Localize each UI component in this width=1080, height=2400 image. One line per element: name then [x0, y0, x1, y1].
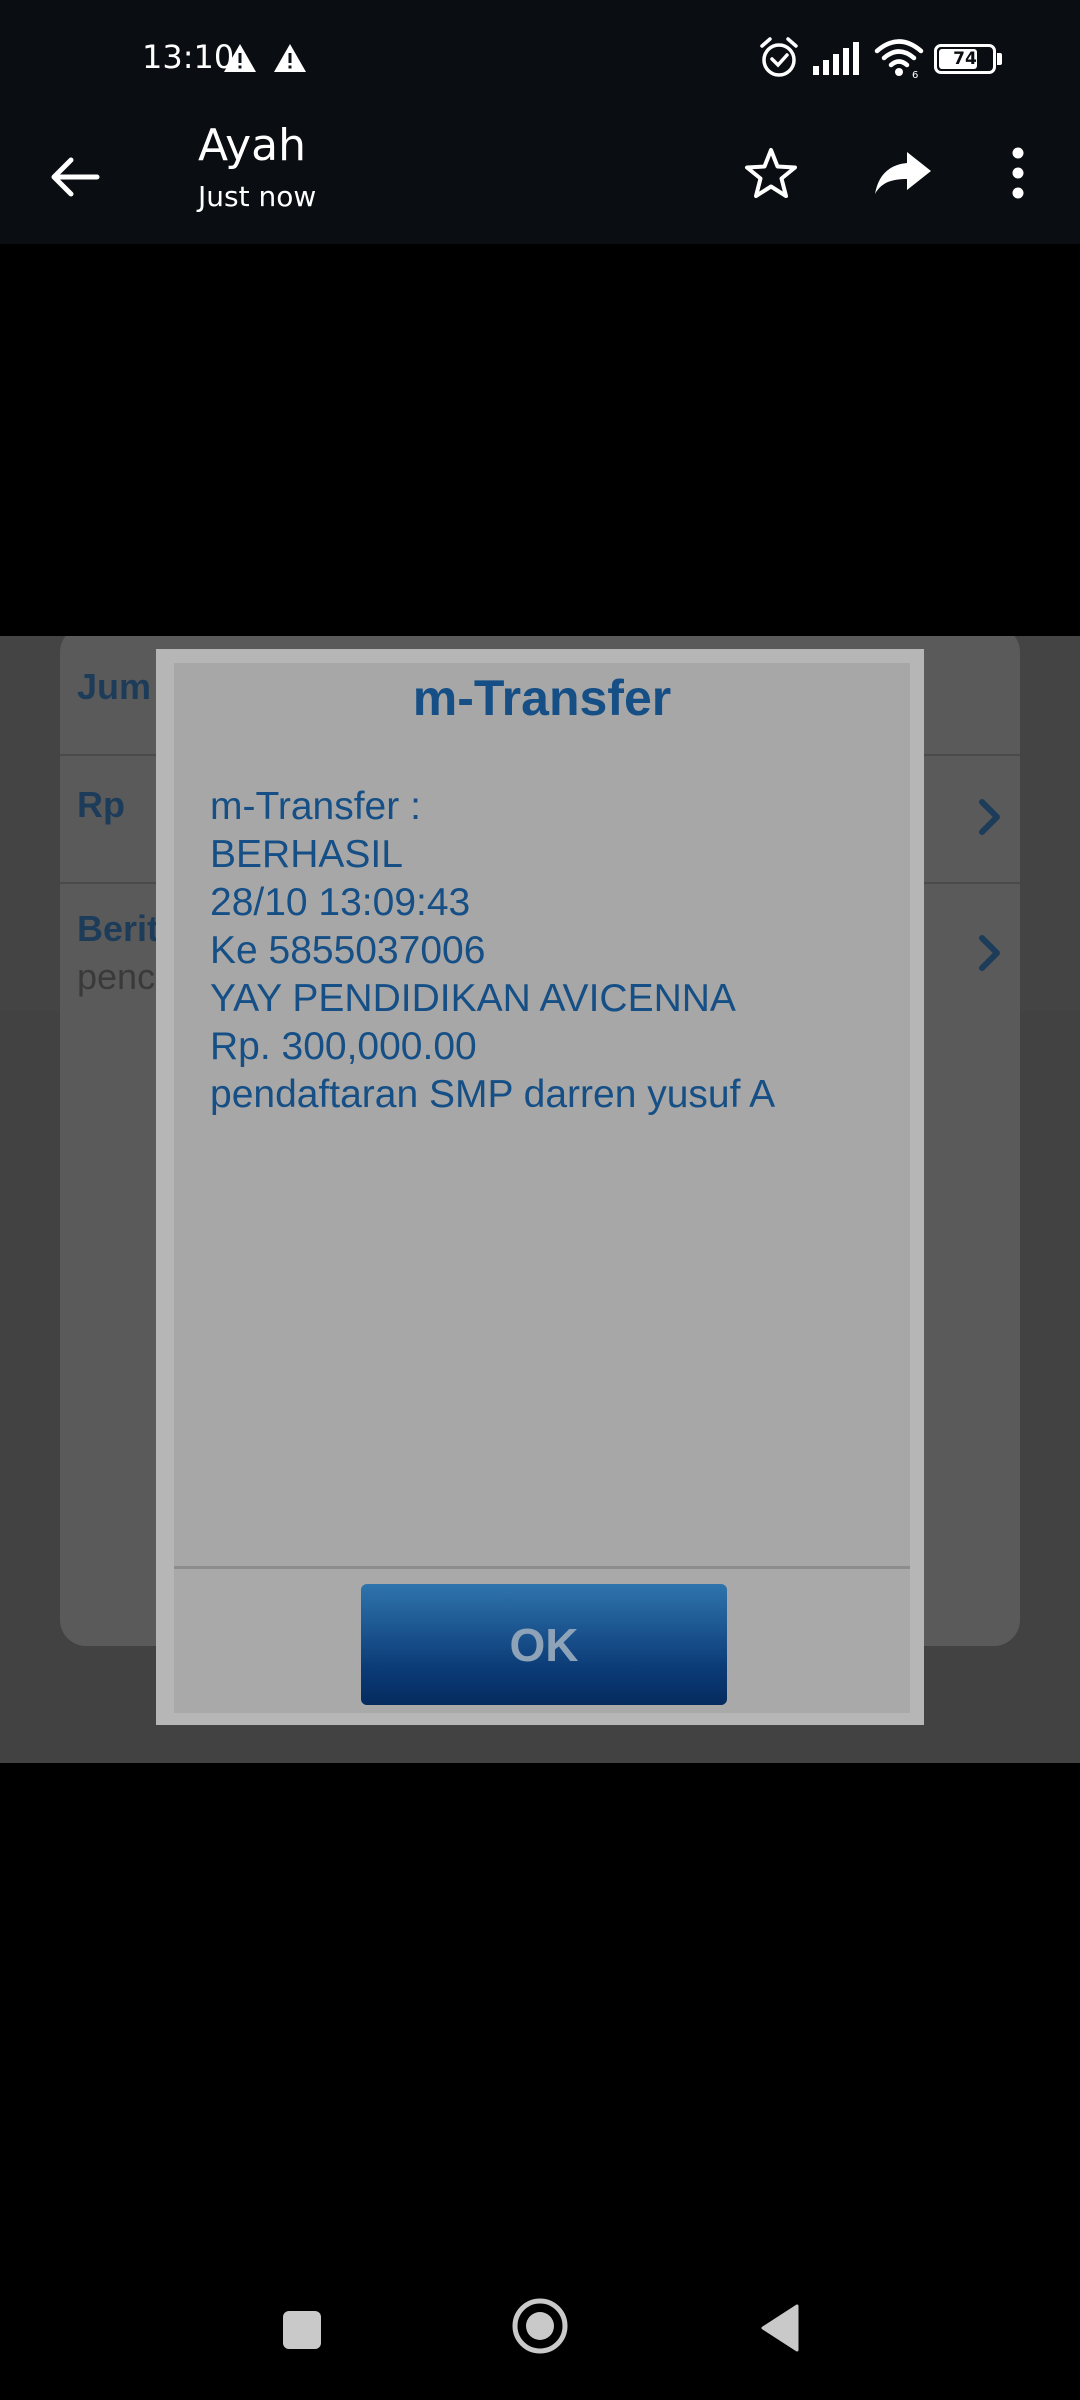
ok-button[interactable]: OK [361, 1584, 727, 1705]
recents-button[interactable] [262, 2290, 342, 2370]
screen: 13:10 6 74 Ayah Just now Jum Rp Berit pe… [0, 0, 1080, 2400]
background-row-label: Rp [77, 784, 125, 825]
message-line: Rp. 300,000.00 [210, 1025, 477, 1068]
warning-icon [222, 42, 258, 74]
status-bar: 13:10 6 74 [0, 0, 1080, 120]
warning-icon [272, 42, 308, 74]
chat-subtitle: Just now [198, 180, 317, 213]
back-triangle-icon [761, 2304, 799, 2352]
message-line: Ke 5855037006 [210, 929, 486, 972]
navigation-bar [0, 2270, 1080, 2400]
back-arrow-icon [51, 157, 100, 197]
message-line: 28/10 13:09:43 [210, 881, 471, 924]
app-header: Ayah Just now [0, 120, 1080, 244]
signal-icon [812, 42, 862, 80]
background-row-label: Jum [77, 666, 152, 707]
star-icon [745, 148, 797, 198]
message-line: BERHASIL [210, 833, 403, 876]
chevron-right-icon [978, 798, 1002, 836]
dialog-message: m-Transfer : BERHASIL 28/10 13:09:43 Ke … [210, 783, 890, 1119]
background-row-value: penc [77, 956, 156, 997]
status-time: 13:10 [142, 38, 235, 76]
message-line: m-Transfer : [210, 785, 421, 828]
share-button[interactable] [866, 138, 940, 208]
more-options-button[interactable] [996, 138, 1040, 208]
svg-text:6: 6 [912, 70, 918, 78]
chevron-right-icon [978, 934, 1002, 972]
home-button[interactable] [498, 2284, 582, 2368]
chat-title: Ayah [198, 120, 307, 171]
wifi-icon: 6 [874, 38, 924, 82]
battery-percentage: 74 [953, 49, 977, 69]
back-button[interactable] [40, 142, 110, 212]
background-row-label: Berit [77, 908, 160, 949]
recents-square-icon [283, 2311, 321, 2349]
ok-button-label: OK [509, 1618, 579, 1671]
battery-tip [997, 53, 1002, 65]
more-vert-icon [1012, 147, 1024, 199]
battery-icon: 74 [934, 44, 996, 74]
transfer-dialog: m-Transfer m-Transfer : BERHASIL 28/10 1… [156, 649, 924, 1725]
message-line: YAY PENDIDIKAN AVICENNA [210, 977, 736, 1020]
star-button[interactable] [736, 138, 806, 208]
dialog-footer: OK [174, 1569, 910, 1713]
alarm-icon [758, 36, 800, 84]
message-line: pendaftaran SMP darren yusuf A [210, 1073, 776, 1116]
dialog-content: m-Transfer m-Transfer : BERHASIL 28/10 1… [174, 663, 910, 1713]
dialog-title: m-Transfer [412, 670, 672, 726]
back-nav-button[interactable] [740, 2288, 820, 2368]
home-circle-icon [512, 2298, 568, 2354]
share-icon [875, 152, 931, 194]
